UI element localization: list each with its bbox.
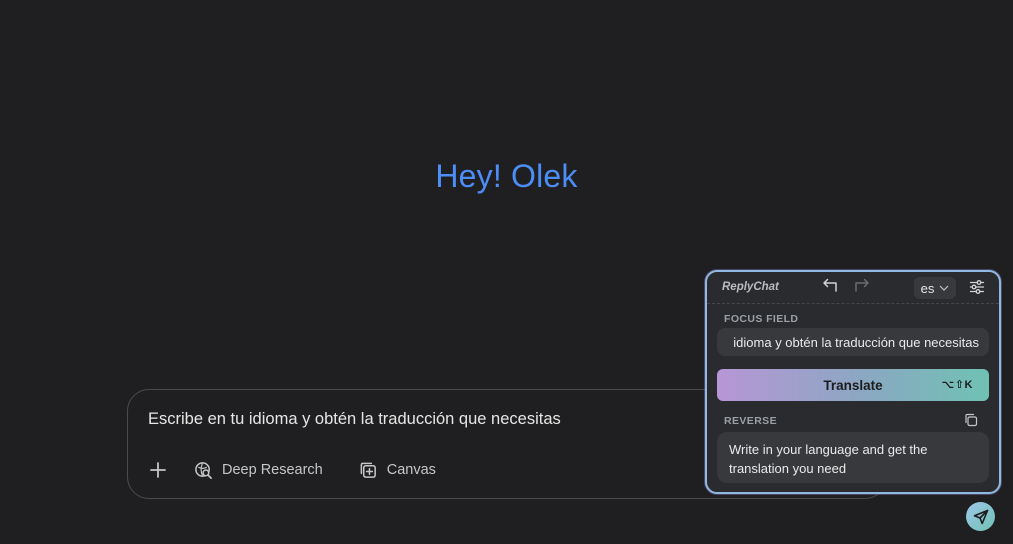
redo-icon	[855, 278, 869, 292]
undo-button[interactable]	[821, 278, 839, 299]
canvas-button[interactable]: Canvas	[359, 461, 436, 480]
canvas-label: Canvas	[386, 462, 436, 478]
sliders-icon	[969, 280, 985, 294]
prompt-tool-row: Deep Research Canvas	[146, 458, 472, 482]
add-button[interactable]	[146, 458, 170, 482]
canvas-icon	[360, 462, 376, 478]
greeting-heading: Hey! Olek	[435, 158, 578, 194]
chevron-down-icon	[939, 285, 949, 291]
replychat-brand: ReplyChat	[722, 281, 779, 293]
prompt-input-text[interactable]: Escribe en tu idioma y obtén la traducci…	[148, 410, 561, 429]
redo-button[interactable]	[853, 278, 871, 299]
copy-icon	[965, 413, 978, 427]
send-icon	[973, 509, 988, 524]
language-select[interactable]: es	[914, 277, 956, 299]
replychat-header: ReplyChat es	[707, 272, 999, 304]
reverse-label: REVERSE	[724, 415, 777, 427]
deep-research-button[interactable]: Deep Research	[194, 461, 323, 480]
focus-field-input[interactable]: idioma y obtén la traducción que necesit…	[717, 328, 989, 356]
language-value: es	[920, 280, 935, 296]
reverse-text: Write in your language and get the trans…	[729, 442, 928, 476]
reverse-text-box[interactable]: Write in your language and get the trans…	[717, 432, 989, 483]
translate-button[interactable]: Translate ⌥⇧K	[717, 369, 989, 401]
app-stage: Hey! Olek Escribe en tu idioma y obtén l…	[0, 0, 1013, 544]
deep-research-label: Deep Research	[222, 462, 323, 478]
settings-button[interactable]	[969, 279, 985, 300]
translate-shortcut: ⌥⇧K	[941, 379, 973, 391]
replychat-launch-button[interactable]	[966, 502, 995, 531]
replychat-panel: ReplyChat es FOCUS FIELD idioma y obtén …	[705, 270, 1001, 494]
deep-research-icon	[195, 461, 212, 479]
focus-field-value: idioma y obtén la traducción que necesit…	[733, 334, 979, 350]
undo-icon	[823, 278, 837, 292]
focus-field-label: FOCUS FIELD	[724, 313, 799, 325]
translate-label: Translate	[823, 377, 883, 393]
copy-button[interactable]	[964, 413, 978, 432]
plus-icon	[150, 462, 166, 478]
